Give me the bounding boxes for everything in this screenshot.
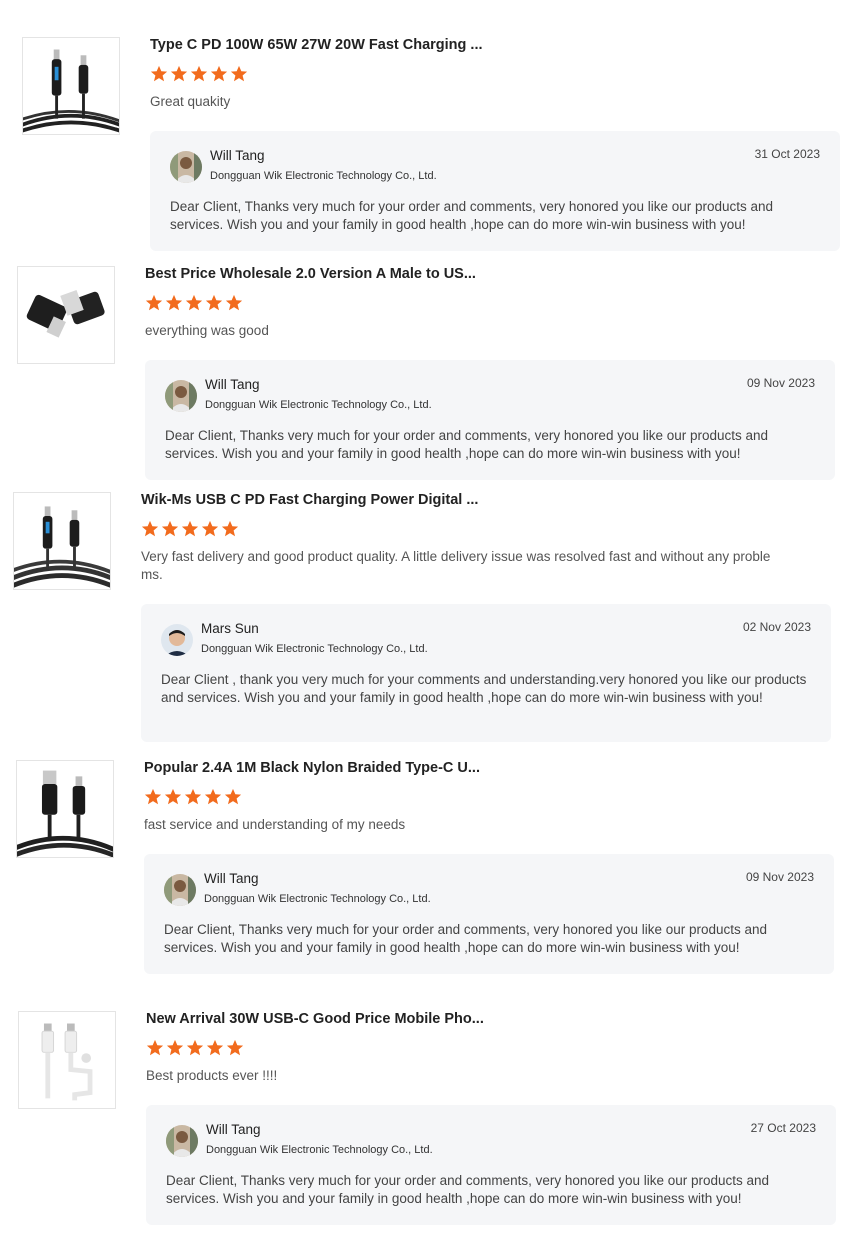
- product-title[interactable]: Best Price Wholesale 2.0 Version A Male …: [145, 266, 476, 282]
- star-icon: [225, 294, 243, 311]
- reply-date: 09 Nov 2023: [746, 376, 815, 390]
- reply-date: 31 Oct 2023: [754, 147, 820, 161]
- product-title[interactable]: Popular 2.4A 1M Black Nylon Braided Type…: [144, 760, 480, 776]
- star-icon: [206, 1039, 224, 1056]
- reply-text: Dear Client , thank you very much for yo…: [161, 672, 807, 705]
- reply-company: Dongguan Wik Electronic Technology Co., …: [210, 170, 437, 182]
- star-icon: [165, 294, 183, 311]
- product-thumbnail[interactable]: [13, 492, 111, 590]
- seller-reply: Will Tang Dongguan Wik Electronic Techno…: [146, 1105, 836, 1225]
- white-usb-c-cable-icon: [19, 1012, 115, 1108]
- star-icon: [210, 65, 228, 82]
- review-comment: Best products ever !!!!: [146, 1068, 278, 1083]
- star-icon: [230, 65, 248, 82]
- reply-company: Dongguan Wik Electronic Technology Co., …: [206, 1144, 433, 1156]
- star-rating: [145, 294, 243, 312]
- star-rating: [144, 788, 242, 806]
- review-comment: fast service and understanding of my nee…: [144, 817, 406, 832]
- reply-author-name: Will Tang: [205, 377, 260, 392]
- reply-text: Dear Client, Thanks very much for your o…: [170, 199, 774, 232]
- star-icon: [201, 520, 219, 537]
- reply-date: 27 Oct 2023: [750, 1121, 816, 1135]
- star-icon: [161, 520, 179, 537]
- review-comment: everything was good: [145, 323, 269, 338]
- review-comment: Great quakity: [150, 94, 231, 109]
- star-rating: [150, 65, 248, 83]
- reply-author-name: Will Tang: [204, 871, 259, 886]
- reply-date: 02 Nov 2023: [742, 620, 811, 634]
- usb-c-cable-icon: [23, 38, 119, 134]
- star-icon: [186, 1039, 204, 1056]
- usb-adapter-icon: [18, 267, 114, 363]
- product-title[interactable]: Type C PD 100W 65W 27W 20W Fast Charging…: [150, 37, 483, 53]
- usb-cable-icon: [17, 761, 113, 857]
- reply-author-name: Will Tang: [206, 1122, 261, 1137]
- avatar: [161, 624, 193, 656]
- product-title[interactable]: Wik-Ms USB C PD Fast Charging Power Digi…: [141, 492, 478, 508]
- star-icon: [204, 788, 222, 805]
- seller-reply: Will Tang Dongguan Wik Electronic Techno…: [144, 854, 834, 974]
- star-icon: [224, 788, 242, 805]
- product-thumbnail[interactable]: [16, 760, 114, 858]
- star-icon: [170, 65, 188, 82]
- star-icon: [205, 294, 223, 311]
- star-icon: [184, 788, 202, 805]
- usb-c-cable-icon: [14, 493, 110, 589]
- avatar: [164, 874, 196, 906]
- reply-company: Dongguan Wik Electronic Technology Co., …: [205, 399, 432, 411]
- product-thumbnail[interactable]: [22, 37, 120, 135]
- avatar: [165, 380, 197, 412]
- star-icon: [166, 1039, 184, 1056]
- star-icon: [146, 1039, 164, 1056]
- star-icon: [150, 65, 168, 82]
- star-icon: [164, 788, 182, 805]
- star-icon: [181, 520, 199, 537]
- star-icon: [185, 294, 203, 311]
- star-rating: [141, 520, 239, 538]
- star-icon: [226, 1039, 244, 1056]
- star-rating: [146, 1039, 244, 1057]
- reply-company: Dongguan Wik Electronic Technology Co., …: [201, 643, 428, 655]
- seller-reply: Mars Sun Dongguan Wik Electronic Technol…: [141, 604, 831, 742]
- star-icon: [141, 520, 159, 537]
- reply-author-name: Mars Sun: [201, 621, 259, 636]
- reply-company: Dongguan Wik Electronic Technology Co., …: [204, 893, 431, 905]
- product-thumbnail[interactable]: [18, 1011, 116, 1109]
- avatar: [166, 1125, 198, 1157]
- product-title[interactable]: New Arrival 30W USB-C Good Price Mobile …: [146, 1011, 484, 1027]
- reply-author-name: Will Tang: [210, 148, 265, 163]
- reply-text: Dear Client, Thanks very much for your o…: [165, 428, 769, 461]
- star-icon: [144, 788, 162, 805]
- seller-reply: Will Tang Dongguan Wik Electronic Techno…: [145, 360, 835, 480]
- star-icon: [145, 294, 163, 311]
- avatar: [170, 151, 202, 183]
- reply-date: 09 Nov 2023: [745, 870, 814, 884]
- reply-text: Dear Client, Thanks very much for your o…: [166, 1173, 770, 1206]
- reply-text: Dear Client, Thanks very much for your o…: [164, 922, 768, 955]
- star-icon: [190, 65, 208, 82]
- seller-reply: Will Tang Dongguan Wik Electronic Techno…: [150, 131, 840, 251]
- star-icon: [221, 520, 239, 537]
- review-comment: Very fast delivery and good product qual…: [141, 549, 771, 582]
- product-thumbnail[interactable]: [17, 266, 115, 364]
